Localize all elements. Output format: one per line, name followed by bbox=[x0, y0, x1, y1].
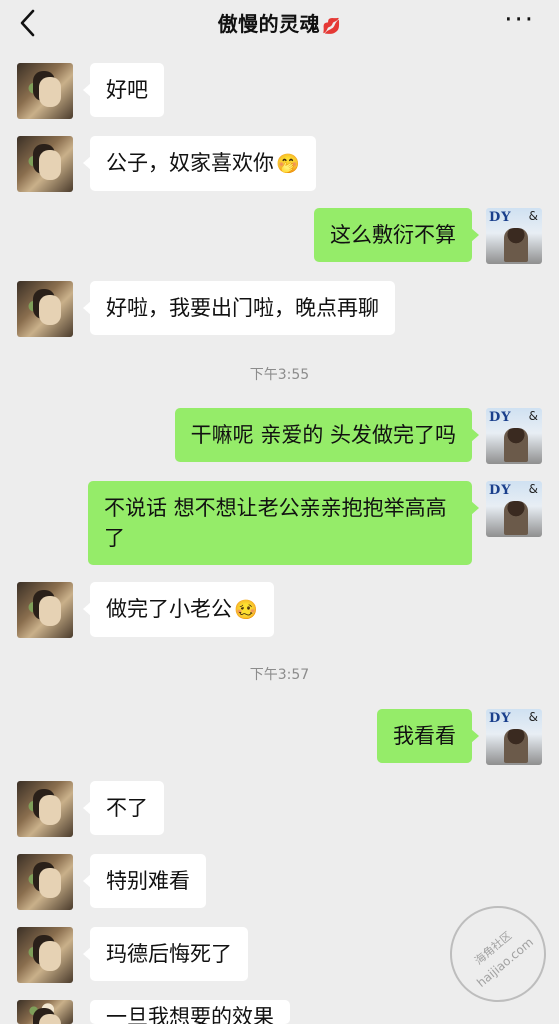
chat-title: 傲慢的灵魂 💋 bbox=[0, 8, 559, 37]
incoming-message[interactable]: 一旦我想要的效果 bbox=[90, 1000, 290, 1024]
message-text: 这么敷衍不算 bbox=[330, 223, 456, 247]
outgoing-message[interactable]: 这么敷衍不算 bbox=[314, 208, 479, 262]
contact-avatar[interactable] bbox=[17, 582, 73, 638]
contact-avatar[interactable] bbox=[17, 136, 73, 192]
message-text: 不了 bbox=[106, 796, 148, 820]
message-text: 好吧 bbox=[106, 78, 148, 102]
message-text: 做完了小老公 bbox=[106, 597, 232, 621]
incoming-message[interactable]: 特别难看 bbox=[83, 854, 206, 908]
incoming-message[interactable]: 好吧 bbox=[83, 63, 164, 117]
message-text: 公子，奴家喜欢你 bbox=[106, 151, 274, 175]
contact-avatar[interactable] bbox=[17, 854, 73, 910]
outgoing-message[interactable]: 干嘛呢 亲爱的 头发做完了吗 bbox=[174, 408, 480, 462]
incoming-message[interactable]: 公子，奴家喜欢你 🤭 bbox=[83, 136, 316, 191]
more-options-icon[interactable]: ··· bbox=[504, 7, 535, 33]
contact-avatar[interactable] bbox=[17, 927, 73, 983]
shy-face-emoji-icon: 🤭 bbox=[276, 153, 300, 175]
user-avatar[interactable]: DY & bbox=[486, 709, 542, 765]
woozy-face-emoji-icon: 🥴 bbox=[234, 599, 258, 621]
chat-area: 好吧 公子，奴家喜欢你 🤭 这么敷衍不算 DY & 好啦，我要出门啦，晚点再聊 下午… bbox=[0, 0, 559, 1024]
incoming-message[interactable]: 玛德后悔死了 bbox=[83, 927, 248, 981]
watermark-logo: 海角社区 haijiao.com bbox=[430, 886, 559, 1022]
incoming-message[interactable]: 不了 bbox=[83, 781, 164, 835]
message-text: 不说话 想不想让老公亲亲抱抱举高高了 bbox=[104, 496, 447, 550]
incoming-message[interactable]: 做完了小老公 🥴 bbox=[83, 582, 274, 637]
message-text: 一旦我想要的效果 bbox=[106, 1005, 274, 1024]
contact-avatar[interactable] bbox=[17, 781, 73, 837]
user-avatar[interactable]: DY & bbox=[486, 408, 542, 464]
outgoing-message[interactable]: 我看看 bbox=[377, 709, 479, 763]
incoming-message[interactable]: 好啦，我要出门啦，晚点再聊 bbox=[83, 281, 395, 335]
message-text: 特别难看 bbox=[106, 869, 190, 893]
kiss-mark-icon: 💋 bbox=[322, 17, 342, 35]
contact-avatar[interactable] bbox=[17, 1000, 73, 1024]
message-text: 好啦，我要出门啦，晚点再聊 bbox=[106, 296, 379, 320]
chat-header: 傲慢的灵魂 💋 ··· bbox=[0, 0, 559, 48]
contact-avatar[interactable] bbox=[17, 281, 73, 337]
contact-name: 傲慢的灵魂 bbox=[217, 12, 321, 36]
message-text: 玛德后悔死了 bbox=[106, 942, 232, 966]
timestamp: 下午3:57 bbox=[249, 667, 310, 683]
timestamp: 下午3:55 bbox=[249, 367, 310, 383]
user-avatar[interactable]: DY & bbox=[486, 208, 542, 264]
outgoing-message[interactable]: 不说话 想不想让老公亲亲抱抱举高高了 bbox=[88, 481, 479, 565]
user-avatar[interactable]: DY & bbox=[486, 481, 542, 537]
message-text: 干嘛呢 亲爱的 头发做完了吗 bbox=[190, 423, 456, 447]
contact-avatar[interactable] bbox=[17, 63, 73, 119]
message-text: 我看看 bbox=[393, 724, 456, 748]
